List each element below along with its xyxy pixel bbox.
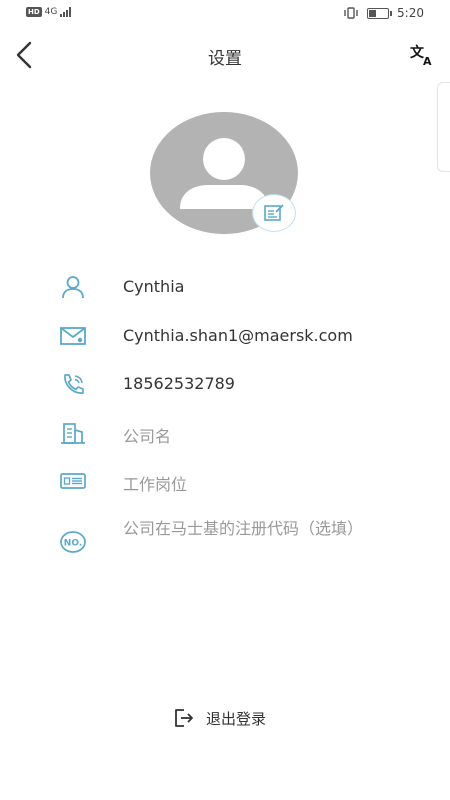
avatar-edit-button[interactable] [252, 194, 296, 232]
user-icon [62, 276, 84, 299]
clock: 5:20 [397, 6, 424, 20]
name-row[interactable]: Cynthia [0, 267, 450, 307]
no-badge-icon: NO. [60, 531, 86, 553]
translate-button[interactable]: 文 A [410, 42, 438, 68]
phone-row[interactable]: 18562532789 [0, 364, 450, 404]
exit-icon [175, 709, 193, 727]
id-card-icon [60, 473, 86, 489]
position-input[interactable]: 工作岗位 [123, 471, 187, 495]
phone-value: 18562532789 [123, 374, 235, 393]
vibrate-icon [344, 7, 358, 19]
position-row[interactable]: 工作岗位 [0, 461, 450, 501]
email-value: Cynthia.shan1@maersk.com [123, 326, 353, 345]
battery-icon [367, 7, 393, 19]
logout-label: 退出登录 [206, 709, 267, 728]
logout-button[interactable]: 退出登录 [172, 704, 266, 732]
registration-row[interactable]: NO. 公司在马士基的注册代码（选填） [0, 518, 450, 566]
status-right: 5:20 [343, 6, 424, 20]
company-input[interactable]: 公司名 [123, 423, 171, 447]
name-value: Cynthia [123, 277, 185, 296]
svg-text:A: A [423, 55, 432, 66]
header: 设置 文 A [0, 28, 450, 80]
registration-input[interactable]: 公司在马士基的注册代码（选填） [123, 518, 398, 540]
email-row[interactable]: Cynthia.shan1@maersk.com [0, 316, 450, 356]
page-title: 设置 [208, 49, 242, 69]
mail-icon [60, 327, 86, 345]
edit-icon [264, 204, 284, 221]
building-icon [61, 423, 85, 444]
status-left: HD 4G [26, 7, 74, 17]
translate-icon: 文 A [410, 44, 432, 68]
phone-icon [64, 374, 84, 394]
signal-icon [60, 7, 72, 17]
network-label: 4G [44, 7, 58, 17]
side-drawer-handle[interactable] [437, 82, 450, 172]
company-row[interactable]: 公司名 [0, 413, 450, 453]
hd-badge: HD [26, 7, 42, 17]
svg-text:NO.: NO. [64, 539, 82, 549]
status-bar: HD 4G 5:20 [0, 0, 450, 28]
